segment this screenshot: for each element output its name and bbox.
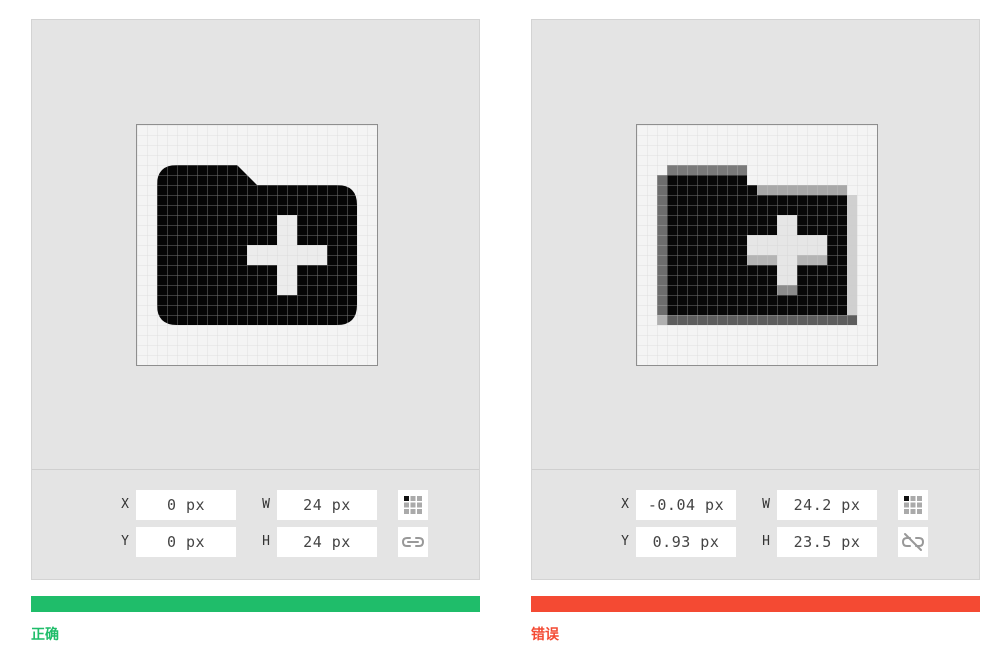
wrong-caption: 错误 [531, 627, 559, 643]
h-input[interactable]: 24 px [277, 527, 377, 557]
wrong-indicator-bar [531, 596, 980, 612]
transform-fields: X -0.04 px W 24.2 px Y 0.93 px H 23.5 px [532, 470, 979, 580]
x-input[interactable]: 0 px [136, 490, 236, 520]
x-label: X [121, 497, 129, 512]
h-label: H [262, 534, 270, 549]
w-input[interactable]: 24 px [277, 490, 377, 520]
artboard [32, 20, 479, 470]
y-input[interactable]: 0 px [136, 527, 236, 557]
y-label: Y [621, 534, 629, 549]
correct-indicator-bar [31, 596, 480, 612]
pixel-grid-icon [404, 496, 422, 514]
unlink-icon [901, 533, 925, 551]
wrong-example-panel: X -0.04 px W 24.2 px Y 0.93 px H 23.5 px [531, 19, 980, 580]
y-input[interactable]: 0.93 px [636, 527, 736, 557]
pixel-grid-toggle-button[interactable] [398, 490, 428, 520]
constrain-proportions-button[interactable] [398, 527, 428, 557]
x-input[interactable]: -0.04 px [636, 490, 736, 520]
pixel-grid-toggle-button[interactable] [898, 490, 928, 520]
pixel-grid [136, 124, 378, 366]
constrain-proportions-button[interactable] [898, 527, 928, 557]
w-label: W [762, 497, 770, 512]
correct-example-panel: X 0 px W 24 px Y 0 px H 24 px [31, 19, 480, 580]
correct-caption: 正确 [31, 627, 59, 643]
artboard [532, 20, 979, 470]
w-label: W [262, 497, 270, 512]
link-icon [401, 537, 425, 547]
y-label: Y [121, 534, 129, 549]
x-label: X [621, 497, 629, 512]
h-input[interactable]: 23.5 px [777, 527, 877, 557]
w-input[interactable]: 24.2 px [777, 490, 877, 520]
pixel-grid [636, 124, 878, 366]
h-label: H [762, 534, 770, 549]
pixel-grid-icon [904, 496, 922, 514]
transform-fields: X 0 px W 24 px Y 0 px H 24 px [32, 470, 479, 580]
